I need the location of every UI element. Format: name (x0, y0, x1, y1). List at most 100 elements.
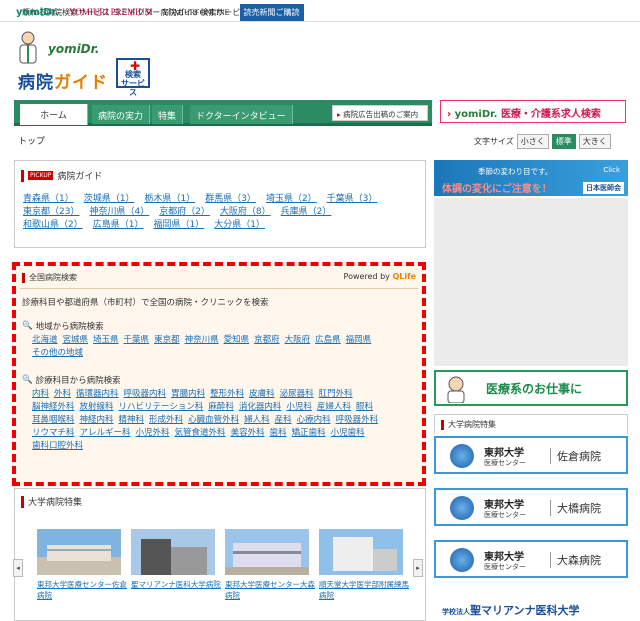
dept-link[interactable]: 皮膚科 (249, 389, 275, 399)
dept-link[interactable]: 産科 (275, 415, 292, 425)
pref-link[interactable]: 大分県（1） (214, 220, 265, 230)
tab-home[interactable]: ホーム (20, 104, 88, 125)
area-link[interactable]: 千葉県 (124, 335, 150, 345)
pref-link[interactable]: 京都府（2） (159, 207, 210, 217)
right-univ-header: 大学病院特集 (434, 414, 628, 434)
dept-link[interactable]: 麻酔科 (208, 402, 234, 412)
pref-link[interactable]: 広島県（1） (93, 220, 144, 230)
pref-link[interactable]: 青森県（1） (23, 194, 74, 204)
dept-link[interactable]: 放射線科 (80, 402, 114, 412)
dept-link[interactable]: 気管食道外科 (175, 428, 226, 438)
dept-link[interactable]: 心臓血管外科 (188, 415, 239, 425)
medical-jobs-banner[interactable]: 医療系のお仕事に (434, 370, 628, 406)
dept-link[interactable]: 内科 (32, 389, 49, 399)
dept-link[interactable]: 呼吸器内科 (124, 389, 167, 399)
jobs-search-link[interactable]: › yomiDr. 医療・介護系求人検索 (440, 100, 626, 123)
pref-link[interactable]: 大阪府（8） (220, 207, 271, 217)
hospital-caption[interactable]: 順天堂大学医学部附属練馬病院 (319, 579, 411, 601)
hospital-photo[interactable] (131, 529, 215, 575)
powered-by[interactable]: Powered by QLife (344, 272, 416, 281)
main-nav: ホーム 病院の実力 特集 ドクターインタビュー ▸ 病院広告出稿のご案内 (14, 100, 432, 126)
area-link[interactable]: 福岡県 (346, 335, 372, 345)
pref-link[interactable]: 栃木県（1） (144, 194, 195, 204)
dept-link[interactable]: 婦人科 (244, 415, 270, 425)
dept-link[interactable]: 産婦人科 (317, 402, 351, 412)
dept-link[interactable]: 小児歯科 (331, 428, 365, 438)
area-link[interactable]: 神奈川県 (185, 335, 219, 345)
area-link[interactable]: 大阪府 (285, 335, 311, 345)
dept-link[interactable]: 精神科 (119, 415, 145, 425)
area-link[interactable]: 愛知県 (224, 335, 250, 345)
area-link[interactable]: その他の地域 (32, 348, 83, 358)
dept-link[interactable]: 小児外科 (136, 428, 170, 438)
dept-link[interactable]: 歯科口腔外科 (32, 441, 83, 451)
toho-ohashi-banner[interactable]: 東邦大学 医療センター 大橋病院 (434, 488, 628, 526)
pref-link[interactable]: 福岡県（1） (153, 220, 204, 230)
hospital-search-panel: 全国病院検索 Powered by QLife 診療科目や都道府県（市町村）で全… (12, 262, 426, 486)
toho-sakura-banner[interactable]: 東邦大学 医療センター 佐倉病院 (434, 436, 628, 474)
dept-link[interactable]: 循環器内科 (76, 389, 119, 399)
dept-link[interactable]: 呼吸器外科 (336, 415, 379, 425)
dept-link[interactable]: アレルギー科 (80, 428, 131, 438)
toho-logo-icon (450, 548, 474, 572)
hospital-photo[interactable] (319, 529, 403, 575)
dept-link[interactable]: 歯科 (270, 428, 287, 438)
font-size-normal[interactable]: 標準 (551, 134, 576, 149)
next-arrow-button[interactable]: ▸ (413, 559, 423, 577)
dept-link[interactable]: 外科 (54, 389, 71, 399)
pref-link[interactable]: 和歌山県（2） (23, 220, 83, 230)
area-link[interactable]: 埼玉県 (93, 335, 119, 345)
yomiuri-online-link[interactable]: YOMIURI ONLINE (163, 6, 230, 19)
dept-link[interactable]: 肛門外科 (319, 389, 353, 399)
hospital-photo[interactable] (225, 529, 309, 575)
dept-link[interactable]: 消化器内科 (239, 402, 282, 412)
area-link[interactable]: 東京都 (154, 335, 180, 345)
search-header: 全国病院検索 (22, 272, 77, 283)
health-banner[interactable]: 季節の変わり目です。 Click 体調の変化にご注意を！ 日本医師会 (434, 160, 628, 196)
tab-doctor-interview[interactable]: ドクターインタビュー (190, 105, 293, 124)
dept-link[interactable]: リハビリテーション科 (119, 402, 204, 412)
hospital-caption[interactable]: 東邦大学医療センター大森病院 (225, 579, 317, 601)
prev-arrow-button[interactable]: ◂ (13, 559, 23, 577)
dept-link[interactable]: 眼科 (356, 402, 373, 412)
area-link[interactable]: 京都府 (254, 335, 280, 345)
dept-link[interactable]: 胃腸内科 (171, 389, 205, 399)
area-link[interactable]: 宮城県 (63, 335, 89, 345)
dept-link[interactable]: リウマチ科 (32, 428, 75, 438)
breadcrumb[interactable]: トップ (18, 134, 45, 147)
tab-features[interactable]: 特集 (152, 105, 184, 124)
dept-link[interactable]: 形成外科 (149, 415, 183, 425)
toho-omori-banner[interactable]: 東邦大学 医療センター 大森病院 (434, 540, 628, 578)
dept-link[interactable]: 整形外科 (210, 389, 244, 399)
marianna-banner[interactable]: 学校法人聖マリアンナ医科大学 (434, 596, 628, 621)
pref-link[interactable]: 埼玉県（2） (266, 194, 317, 204)
yomiuri-premium-link[interactable]: YOMIURI PREMIUM (69, 6, 153, 19)
pref-link[interactable]: 東京都（23） (23, 207, 79, 217)
pref-link[interactable]: 群馬県（3） (205, 194, 256, 204)
dept-link[interactable]: 心療内科 (297, 415, 331, 425)
site-logo[interactable]: yomiDr. 病院ガイド ✚ 検索 サービス (16, 28, 156, 97)
dept-link[interactable]: 泌尿器科 (280, 389, 314, 399)
dept-link[interactable]: 脳神経外科 (32, 402, 75, 412)
dept-link[interactable]: 小児科 (286, 402, 312, 412)
logo-brand: yomiDr. (48, 42, 100, 56)
area-link[interactable]: 広島県 (315, 335, 341, 345)
dept-link[interactable]: 神経内科 (80, 415, 114, 425)
dept-link[interactable]: 矯正歯科 (292, 428, 326, 438)
font-size-large[interactable]: 大きく (578, 134, 611, 149)
subscribe-link[interactable]: 読売新聞ご購読 (239, 4, 304, 21)
yomidr-link[interactable]: yomiDr. (16, 6, 59, 19)
area-link[interactable]: 北海道 (32, 335, 58, 345)
ad-guide-link[interactable]: ▸ 病院広告出稿のご案内 (332, 105, 428, 121)
dept-link[interactable]: 美容外科 (231, 428, 265, 438)
pref-link[interactable]: 兵庫県（2） (281, 207, 332, 217)
hospital-caption[interactable]: 東邦大学医療センター佐倉病院 (37, 579, 129, 601)
tab-hospital-strength[interactable]: 病院の実力 (92, 105, 151, 124)
hospital-caption[interactable]: 聖マリアンナ医科大学病院 (131, 579, 223, 590)
hospital-photo[interactable] (37, 529, 121, 575)
pref-link[interactable]: 茨城県（1） (84, 194, 135, 204)
font-size-small[interactable]: 小さく (516, 134, 549, 149)
dept-link[interactable]: 耳鼻咽喉科 (32, 415, 75, 425)
pref-link[interactable]: 神奈川県（4） (89, 207, 149, 217)
pref-link[interactable]: 千葉県（3） (327, 194, 378, 204)
